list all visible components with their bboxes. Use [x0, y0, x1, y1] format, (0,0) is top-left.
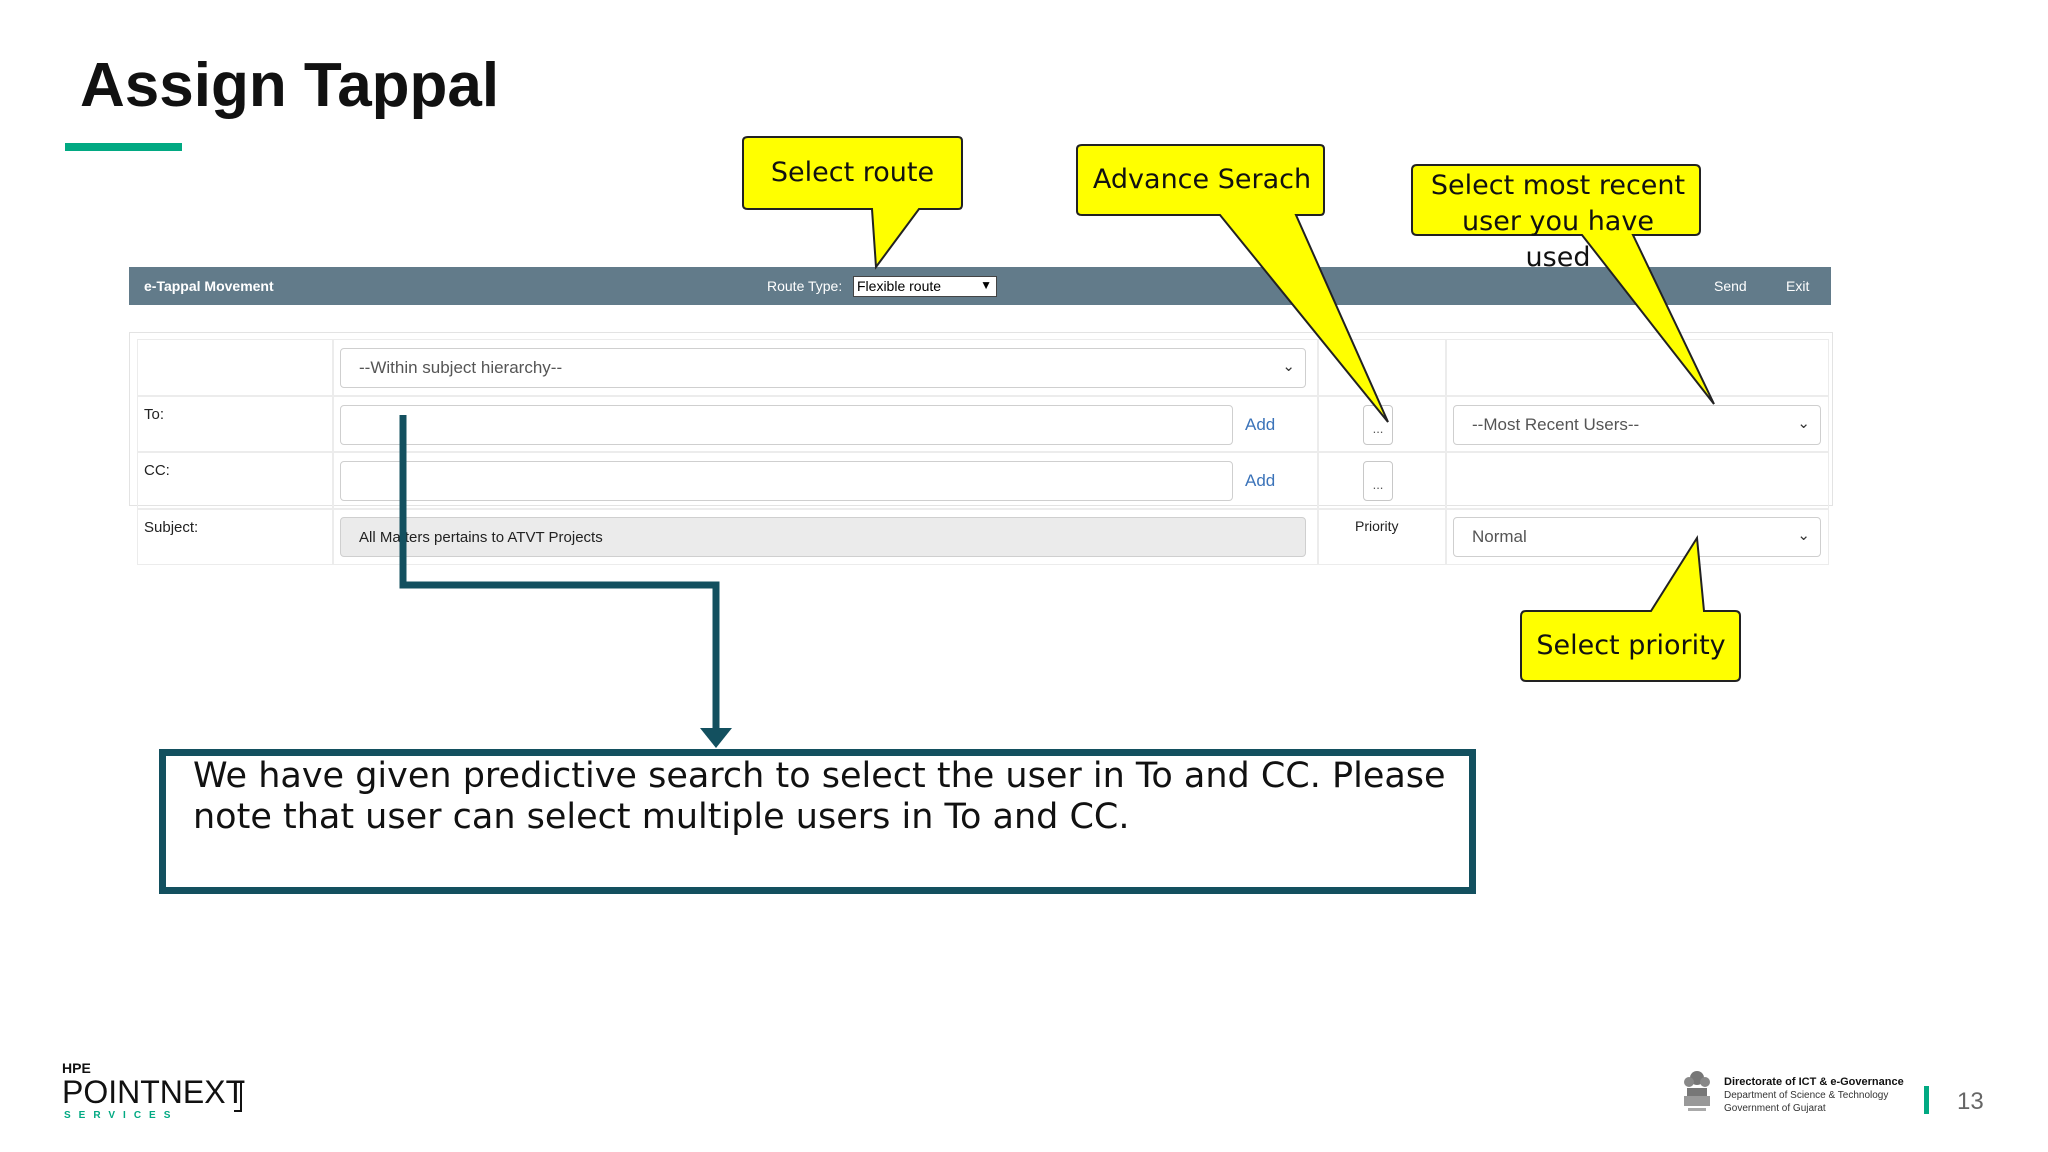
state-emblem-icon: [1684, 1071, 1710, 1111]
connector-arrowhead: [700, 728, 732, 748]
note-box: We have given predictive search to selec…: [159, 749, 1476, 894]
page-number: 13: [1957, 1088, 1984, 1115]
connector-line: [399, 415, 720, 735]
callout-recent-user-text: Select most recent user you have used: [1430, 170, 1686, 273]
page-number-bar: [1924, 1086, 1929, 1114]
annotation-layer: [399, 136, 1741, 748]
logo-bracket-mark: [234, 1082, 242, 1112]
org-line-3: Government of Gujarat: [1724, 1103, 1826, 1114]
callout-select-priority-text: Select priority: [1536, 630, 1726, 661]
org-name: Directorate of ICT & e-Governance Depart…: [1724, 1076, 1904, 1115]
org-line-2: Department of Science & Technology: [1724, 1090, 1889, 1101]
hpe-pointnext-logo: HPE POINTNEXT SERVICES: [62, 1060, 246, 1121]
logo-pointnext-text: POINTNEXT: [62, 1074, 246, 1110]
logo-services-text: SERVICES: [64, 1110, 179, 1121]
callout-select-route-text: Select route: [770, 157, 935, 188]
callout-advance-search-text: Advance Serach: [1092, 164, 1312, 195]
org-line-1: Directorate of ICT & e-Governance: [1724, 1076, 1904, 1088]
note-text: We have given predictive search to selec…: [193, 756, 1446, 837]
